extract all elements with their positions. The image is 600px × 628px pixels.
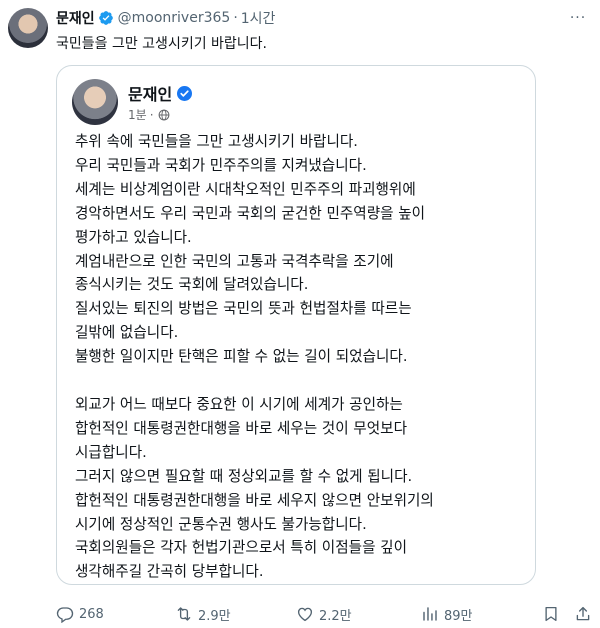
post-body-line: 우리 국민들과 국회가 민주주의를 지켜냈습니다. (75, 156, 367, 174)
analytics-icon (423, 607, 437, 621)
post-body-line (75, 369, 525, 393)
post-author-row: 문재인 (128, 81, 193, 105)
dot-separator: · (233, 10, 238, 26)
post-body-line: 길밖에 없습니다. (75, 324, 179, 342)
post-body-line: 계엄내란으로 인한 국민의 고통과 국격추락을 조기에 (75, 252, 394, 270)
repost-count: 2.9만 (198, 608, 231, 624)
post-body-line: 국회의원들은 각자 헌법기관으로서 특히 이점들을 깊이 (75, 539, 408, 557)
post-author-name: 문재인 (128, 85, 173, 104)
post-body-line: 합헌적인 대통령권한대행을 바로 세우는 것이 무엇보다 (75, 419, 408, 437)
bookmark-icon[interactable] (542, 605, 560, 623)
post-body-line: 생각해주길 간곡히 당부합니다. (75, 563, 264, 581)
author-avatar[interactable] (8, 8, 48, 48)
post-body-line: 추위 속에 국민들을 그만 고생시키기 바랍니다. (75, 133, 358, 150)
post-meta: 1분 · (128, 106, 170, 123)
heart-icon (297, 607, 313, 622)
post-body-line: 시급합니다. (75, 443, 147, 461)
post-body-line: 세계는 비상계엄이란 시대착오적인 민주주의 파괴행위에 (75, 180, 416, 198)
post-meta-separator: · (149, 107, 154, 122)
verified-badge-icon (98, 11, 113, 25)
more-options-icon[interactable]: ··· (568, 9, 588, 27)
post-body-line: 그러지 않으면 필요할 때 정상외교를 할 수 없게 됩니다. (75, 467, 413, 485)
reply-button[interactable]: 268 (56, 602, 104, 626)
repost-icon (177, 607, 191, 621)
views-button[interactable]: 89만 (421, 602, 473, 626)
globe-icon (158, 109, 169, 120)
post-body: 추위 속에 국민들을 그만 고생시키기 바랍니다. 우리 국민들과 국회가 민주주… (75, 130, 525, 584)
tweet-actions: 268 2.9만 2.2만 89만 (56, 602, 592, 626)
like-button[interactable]: 2.2만 (296, 602, 352, 626)
like-count: 2.2만 (319, 608, 352, 624)
tweet-time[interactable]: 1시간 (241, 8, 276, 28)
attached-image[interactable]: 문재인 1분 · 추위 속에 국민들을 그만 고생시키기 바랍니다. 우리 국민들… (56, 65, 536, 585)
post-body-line: 합헌적인 대통령권한대행을 바로 세우지 않으면 안보위기의 (75, 491, 434, 509)
share-icon[interactable] (574, 605, 592, 623)
repost-button[interactable]: 2.9만 (175, 602, 231, 626)
post-verified-icon (177, 85, 193, 101)
author-name[interactable]: 문재인 (56, 8, 95, 28)
post-author-avatar (72, 79, 118, 125)
view-count: 89만 (444, 608, 473, 624)
post-body-line: 시기에 정상적인 군통수권 행사도 불가능합니다. (75, 515, 367, 533)
tweet-header: 문재인 @moonriver365 · 1시간 (56, 8, 275, 28)
post-body-line: 평가하고 있습니다. (75, 228, 192, 246)
post-body-line: 질서있는 퇴진의 방법은 국민의 뜻과 헌법절차를 따르는 (75, 300, 412, 318)
post-body-line: 종식시키는 것도 국회에 달려있습니다. (75, 276, 309, 294)
tweet-text: 국민들을 그만 고생시키기 바랍니다. (56, 36, 267, 52)
post-body-line: 외교가 어느 때보다 중요한 이 시기에 세계가 공인하는 (75, 395, 403, 413)
author-handle[interactable]: @moonriver365 (118, 10, 231, 26)
reply-icon (56, 607, 74, 623)
post-body-line: 불행한 일이지만 탄핵은 피할 수 없는 길이 되었습니다. (75, 348, 408, 366)
reply-count: 268 (79, 606, 104, 622)
post-time: 1분 (128, 108, 147, 122)
post-body-line: 경악하면서도 우리 국민과 국회의 굳건한 민주역량을 높이 (75, 204, 426, 222)
